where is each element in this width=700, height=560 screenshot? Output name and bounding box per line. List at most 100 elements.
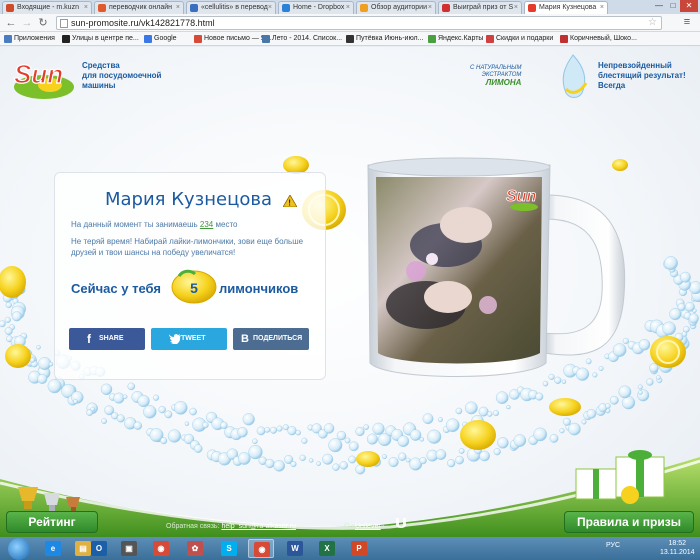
bookmark-item[interactable]: Приложения bbox=[4, 32, 55, 45]
splash-icon bbox=[562, 54, 588, 98]
svg-text:!: ! bbox=[288, 199, 291, 208]
tab-label: Обзор аудитории bbox=[371, 4, 427, 11]
bookmark-item[interactable]: Яндекс.Карты bbox=[428, 32, 483, 45]
powerpoint-icon[interactable]: P bbox=[346, 539, 372, 558]
feedback-prefix: Обратная связь: bbox=[166, 523, 222, 530]
tab-label: Входящие - m.kuzn bbox=[17, 4, 79, 11]
bookmark-item[interactable]: Скидки и подарки bbox=[486, 32, 553, 45]
tab-favicon-icon bbox=[528, 4, 536, 12]
bookmark-item[interactable]: Улицы в центре пе... bbox=[62, 32, 139, 45]
browser-tab[interactable]: Мария Кузнецова × bbox=[524, 1, 608, 14]
powerpoint-icon-glyph: P bbox=[351, 541, 367, 556]
rank-value-link[interactable]: 234 bbox=[200, 220, 213, 229]
photos-icon[interactable]: ✿ bbox=[182, 539, 208, 558]
outlook-icon[interactable]: O bbox=[86, 539, 112, 558]
bookmark-favicon-icon bbox=[62, 35, 70, 43]
feedback-line: Обратная связь: help_sun@ra-alkasar.ru bbox=[166, 523, 296, 530]
facebook-share-button[interactable]: f SHARE bbox=[69, 328, 145, 350]
vk-icon: B bbox=[241, 333, 249, 345]
bookmark-favicon-icon bbox=[486, 35, 494, 43]
user-name: Мария Кузнецова bbox=[105, 189, 272, 210]
tab-strip: — □ ✕ Входящие - m.kuzn × переводчик онлай… bbox=[0, 0, 700, 14]
bookmark-favicon-icon bbox=[428, 35, 436, 43]
clock-time: 18:52 bbox=[668, 540, 687, 547]
bookmark-item[interactable]: Google bbox=[144, 32, 177, 45]
tab-favicon-icon bbox=[282, 4, 290, 12]
minimize-button[interactable]: — bbox=[652, 0, 666, 12]
bookmark-item[interactable]: Коричневый, Шоко... bbox=[560, 32, 637, 45]
rules-prizes-button[interactable]: Правила и призы bbox=[564, 511, 694, 533]
browser-toolbar: ← → ↻ sun-promosite.ru/vk142821778.html … bbox=[0, 14, 700, 32]
forward-arrow-icon[interactable]: → bbox=[20, 16, 34, 30]
back-arrow-icon[interactable]: ← bbox=[4, 16, 18, 30]
sun-logo: Sun bbox=[13, 58, 74, 99]
copyright-suffix: » bbox=[380, 523, 385, 530]
start-button[interactable] bbox=[8, 538, 30, 560]
excel-icon[interactable]: X bbox=[314, 539, 340, 558]
bookmark-label: Google bbox=[154, 35, 177, 42]
screenshot-icon[interactable]: ▣ bbox=[116, 539, 142, 558]
twitter-bird-icon bbox=[169, 334, 181, 344]
bookmark-label: Улицы в центре пе... bbox=[72, 35, 139, 42]
clock[interactable]: 18:52 13.11.2014 bbox=[660, 539, 695, 557]
browser-menu-icon[interactable]: ≡ bbox=[680, 16, 694, 30]
warning-icon[interactable]: ! bbox=[283, 195, 297, 207]
bookmark-label: Коричневый, Шоко... bbox=[570, 35, 637, 42]
browser-tab[interactable]: Home - Dropbox × bbox=[278, 1, 354, 14]
address-bar[interactable]: sun-promosite.ru/vk142821778.html ☆ bbox=[56, 16, 662, 30]
screenshot-icon-glyph: ▣ bbox=[121, 541, 137, 556]
outlook-icon-glyph: O bbox=[91, 541, 107, 556]
tab-favicon-icon bbox=[360, 4, 368, 12]
rank-prefix: На данный момент ты занимаешь bbox=[71, 220, 200, 229]
bookmark-favicon-icon bbox=[194, 35, 202, 43]
word-icon[interactable]: W bbox=[282, 539, 308, 558]
chrome-active-icon[interactable]: ◉ bbox=[248, 539, 274, 558]
vk-share-label: ПОДЕЛИТЬСЯ bbox=[253, 335, 303, 342]
browser-tab[interactable]: «cellulitis» в перевод × bbox=[186, 1, 276, 14]
bookmark-favicon-icon bbox=[262, 35, 270, 43]
tab-label: Выиграй приз от S bbox=[453, 4, 514, 11]
ie-icon[interactable]: e bbox=[40, 539, 66, 558]
windows-taskbar: РУС 18:52 13.11.2014 e ▤ O ▣ ◉ ✿ S ◉ W X P bbox=[0, 537, 700, 560]
feedback-email-link[interactable]: help_sun@ra-alkasar.ru bbox=[221, 523, 295, 530]
maximize-button[interactable]: □ bbox=[666, 0, 680, 12]
bookmark-favicon-icon bbox=[560, 35, 568, 43]
reload-icon[interactable]: ↻ bbox=[36, 16, 50, 30]
bookmark-star-icon[interactable]: ☆ bbox=[648, 17, 657, 29]
bookmark-item[interactable]: Путёвка Июнь-июл... bbox=[346, 32, 423, 45]
close-tab-icon[interactable]: × bbox=[84, 2, 88, 14]
browser-tab[interactable]: Выиграй приз от S × bbox=[438, 1, 522, 14]
twitter-tweet-button[interactable]: TWEET bbox=[151, 328, 227, 350]
browser-tab[interactable]: переводчик онлайн × bbox=[94, 1, 184, 14]
close-tab-icon[interactable]: × bbox=[346, 2, 350, 14]
skype-icon[interactable]: S bbox=[216, 539, 242, 558]
unilever-link[interactable]: Unilever bbox=[355, 523, 381, 530]
close-tab-icon[interactable]: × bbox=[514, 2, 518, 14]
language-indicator[interactable]: РУС bbox=[606, 542, 620, 549]
mug-with-photo: Sun bbox=[367, 157, 626, 377]
rating-button[interactable]: Рейтинг bbox=[6, 511, 98, 533]
lemon-count: 5 bbox=[190, 280, 198, 296]
promo-page: Sun Средства для посудомоечной машины С … bbox=[0, 47, 700, 537]
bookmark-favicon-icon bbox=[144, 35, 152, 43]
vk-share-button[interactable]: B ПОДЕЛИТЬСЯ bbox=[233, 328, 309, 350]
close-tab-icon[interactable]: × bbox=[428, 2, 432, 14]
close-window-button[interactable]: ✕ bbox=[680, 0, 698, 12]
bookmark-item[interactable]: Новое письмо — Я... bbox=[194, 32, 272, 45]
facebook-icon: f bbox=[87, 332, 91, 346]
bookmark-item[interactable]: Лето - 2014. Список... bbox=[262, 32, 342, 45]
hint-text: Не теряй время! Набирай лайки-лимончики,… bbox=[71, 237, 304, 257]
chrome-icon[interactable]: ◉ bbox=[148, 539, 174, 558]
close-tab-icon[interactable]: × bbox=[600, 2, 604, 14]
excel-icon-glyph: X bbox=[319, 541, 335, 556]
chrome-icon-glyph: ◉ bbox=[153, 541, 169, 556]
tagline-line: Всегда bbox=[598, 81, 626, 90]
url-text: sun-promosite.ru/vk142821778.html bbox=[71, 18, 215, 28]
close-tab-icon[interactable]: × bbox=[176, 2, 180, 14]
close-tab-icon[interactable]: × bbox=[268, 2, 272, 14]
tab-favicon-icon bbox=[98, 4, 106, 12]
browser-tab[interactable]: Обзор аудитории × bbox=[356, 1, 436, 14]
bookmark-label: Лето - 2014. Список... bbox=[272, 35, 343, 42]
browser-tab[interactable]: Входящие - m.kuzn × bbox=[2, 1, 92, 14]
bookmark-label: Скидки и подарки bbox=[496, 35, 554, 42]
